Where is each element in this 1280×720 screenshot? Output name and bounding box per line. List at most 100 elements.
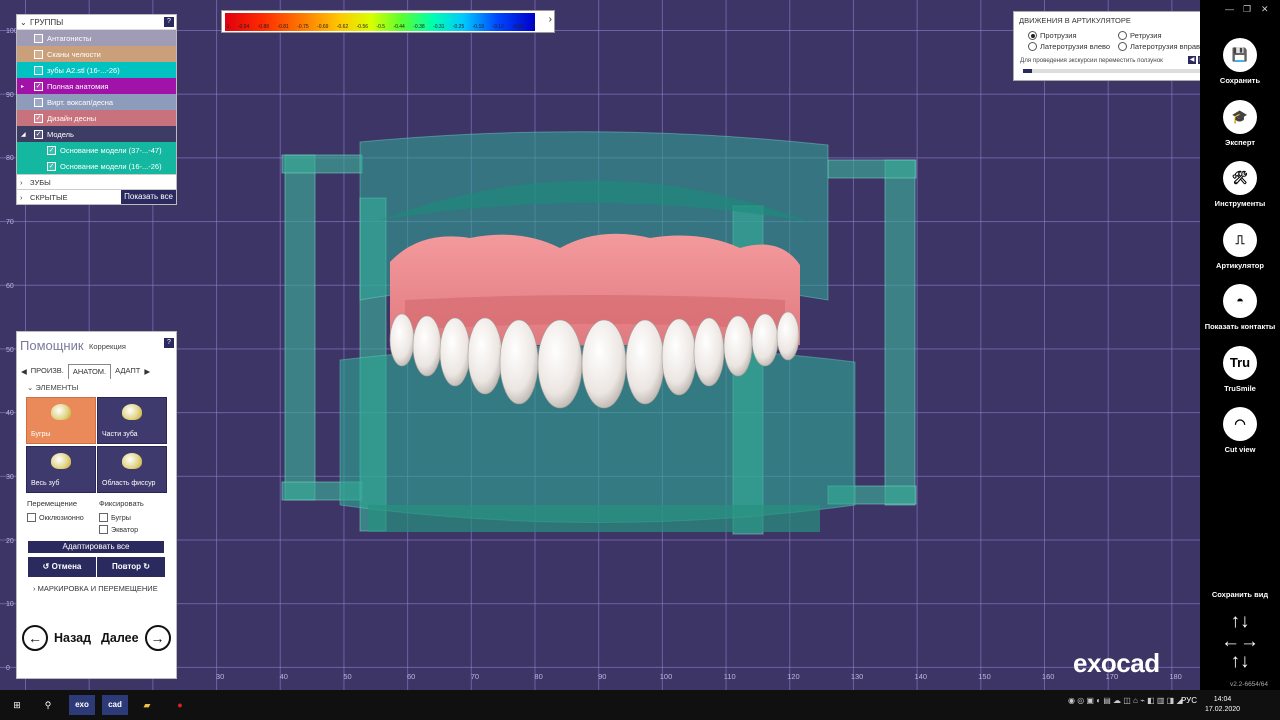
scale-tick: -0.38 xyxy=(413,24,425,30)
help-button[interactable]: ? xyxy=(164,338,174,348)
language-indicator[interactable]: РУС xyxy=(1181,696,1197,705)
radio-lateral-right[interactable]: Латеротрузия вправо xyxy=(1118,42,1204,51)
ruler-tick: 140 xyxy=(914,672,928,681)
scale-tick: -0.88 xyxy=(257,24,270,30)
scale-tick: -0.5 xyxy=(376,24,386,30)
scale-tick: -0.12 xyxy=(492,24,504,30)
ruler-tick: 150 xyxy=(978,672,991,681)
checkbox-icon[interactable] xyxy=(34,97,43,107)
sidebar-item-label: Эксперт xyxy=(1224,137,1256,147)
clock[interactable]: 14:04 17.02.2020 xyxy=(1205,695,1240,715)
taskbar-app-cad[interactable]: cad xyxy=(102,695,128,715)
sidebar-item-label: Инструменты xyxy=(1214,199,1266,208)
3d-viewport[interactable]: 0 10 20 30 40 50 60 70 80 90 100 110 120 130 140 150 160… xyxy=(0,0,1200,690)
checked-checkbox-icon[interactable]: ✓ xyxy=(47,161,56,171)
checkbox-icon[interactable] xyxy=(34,49,43,59)
group-row[interactable]: Сканы челюсти xyxy=(17,46,176,62)
scale-tick: -0.31 xyxy=(433,24,445,30)
view-direction-arrows-icon[interactable]: ↑↓ ←→ ↑↓ xyxy=(1219,612,1261,674)
radio-lateral-left[interactable]: Латеротрузия влево xyxy=(1028,42,1110,51)
sidebar-item[interactable]: 🛠 Инструменты xyxy=(1200,161,1280,208)
tab-adapt[interactable]: АДАПТ xyxy=(111,364,144,378)
marking-section-header[interactable]: › МАРКИРОВКА И ПЕРЕМЕЩЕНИЕ xyxy=(33,584,158,593)
redo-button[interactable]: Повтор ↻ xyxy=(97,557,165,577)
tab-production[interactable]: ПРОИЗВ. xyxy=(27,364,68,378)
sidebar-item[interactable]: 💾 Сохранить xyxy=(1200,38,1280,85)
arrow-right-icon: → xyxy=(144,625,171,651)
group-row-label: Основание модели (37-...-47) xyxy=(60,145,162,155)
undo-button[interactable]: ↺ Отмена xyxy=(28,557,96,577)
back-button[interactable]: ← Назад xyxy=(22,625,91,651)
occlusal-checkbox[interactable]: Окклюзионно xyxy=(27,513,84,522)
slider-fill xyxy=(1023,69,1032,73)
distance-color-scale: -1 -0.94 -0.88 -0.81 -0.75 -0.69 -0.62 -0.56 -0.… xyxy=(221,10,555,33)
tile-cusps[interactable]: Бугры xyxy=(26,397,96,444)
tray-icons[interactable]: ◉ ◎ ▣ ◐ ▤ ☁ ◫ ⌂ ⌁ ◧ ▥ ◨ ◢ xyxy=(1068,696,1183,705)
scale-tick: -0.62 xyxy=(336,24,349,30)
exocad-logo: exocad xyxy=(1073,648,1160,678)
close-icon[interactable]: ✕ xyxy=(1261,4,1269,15)
excursion-slider[interactable] xyxy=(1023,69,1201,73)
sidebar-item[interactable]: ◠ Cut view xyxy=(1200,407,1280,454)
checked-checkbox-icon[interactable]: ✓ xyxy=(34,81,43,91)
checked-checkbox-icon[interactable]: ✓ xyxy=(34,129,43,139)
windows-start-icon[interactable]: ⊞ xyxy=(6,690,28,720)
sidebar-item[interactable]: ◓ Показать контакты xyxy=(1200,284,1280,331)
hidden-group-row[interactable]: › СКРЫТЫЕ Показать все xyxy=(17,189,176,204)
tools-icon: 🛠 xyxy=(1223,161,1257,195)
tile-fissure-area[interactable]: Область фиссур xyxy=(97,446,167,493)
articulator-icon: ⎍ xyxy=(1223,222,1257,257)
group-row[interactable]: Антагонисты xyxy=(17,30,176,46)
groups-header[interactable]: ⌄ ГРУППЫ ? xyxy=(17,15,176,30)
show-all-button[interactable]: Показать все xyxy=(121,190,176,204)
tile-tooth-parts[interactable]: Части зуба xyxy=(97,397,167,444)
equator-checkbox[interactable]: Экватор xyxy=(99,525,138,534)
dental-model-scene[interactable] xyxy=(0,0,1200,690)
minimize-icon[interactable]: — xyxy=(1225,4,1234,14)
group-row[interactable]: ◢ ✓ Модель xyxy=(17,126,176,142)
search-icon[interactable]: ⚲ xyxy=(38,690,58,720)
sidebar-item[interactable]: Tru TruSmile xyxy=(1200,345,1280,393)
group-row[interactable]: ✓ Основание модели (16-...-26) xyxy=(17,158,176,174)
expand-scale-arrow-icon[interactable]: › xyxy=(549,14,552,25)
group-row-label: Полная анатомия xyxy=(47,81,109,91)
chevron-right-icon: › xyxy=(20,192,23,202)
checked-checkbox-icon[interactable]: ✓ xyxy=(47,145,56,155)
restore-icon[interactable]: ❐ xyxy=(1243,4,1251,15)
tile-whole-tooth[interactable]: Весь зуб xyxy=(26,446,96,493)
checkbox-icon[interactable] xyxy=(34,33,43,43)
sidebar-item[interactable]: 🎓 Эксперт xyxy=(1200,99,1280,147)
teeth-group-row[interactable]: › ЗУБЫ xyxy=(17,174,176,189)
ruler-tick: 80 xyxy=(534,672,543,681)
scale-tick: -0.06 xyxy=(512,24,524,30)
slider-prev-button[interactable]: ◀ xyxy=(1188,56,1196,64)
tab-scroll-right-icon[interactable]: ▶ xyxy=(144,367,150,376)
elements-section-header[interactable]: ⌄ ЭЛЕМЕНТЫ xyxy=(27,383,78,392)
helper-title: Помощник xyxy=(20,338,84,353)
radio-retrusion[interactable]: Ретрузия xyxy=(1118,31,1162,40)
group-row[interactable]: ▸ ✓ Полная анатомия xyxy=(17,78,176,94)
ruler-tick: 60 xyxy=(407,672,416,681)
record-icon[interactable]: ● xyxy=(170,690,190,720)
group-row[interactable]: ✓ Основание модели (37-...-47) xyxy=(17,142,176,158)
expand-icon[interactable]: ▸ xyxy=(21,83,24,90)
cusps-fix-checkbox[interactable]: Бугры xyxy=(99,513,131,522)
ruler-tick: 40 xyxy=(6,410,14,418)
group-row[interactable]: ✓ Дизайн десны xyxy=(17,110,176,126)
group-row-label: зубы A2.stl (16-...-26) xyxy=(47,65,120,75)
taskbar-app-exo[interactable]: exo xyxy=(69,695,95,715)
ruler-tick: 30 xyxy=(6,473,14,481)
group-row[interactable]: Вирт. воксап/десна xyxy=(17,94,176,110)
collapse-icon[interactable]: ◢ xyxy=(21,131,26,138)
next-button[interactable]: Далее → xyxy=(101,625,171,651)
radio-protrusion[interactable]: Протрузия xyxy=(1028,31,1077,40)
group-row[interactable]: зубы A2.stl (16-...-26) xyxy=(17,62,176,78)
folder-icon[interactable]: ▰ xyxy=(137,690,157,720)
adapt-all-button[interactable]: Адаптировать все xyxy=(28,541,164,553)
checkbox-icon[interactable] xyxy=(34,65,43,75)
scale-tick: -0.69 xyxy=(317,24,329,30)
checked-checkbox-icon[interactable]: ✓ xyxy=(34,113,43,123)
tab-anatomy[interactable]: АНАТОМ. xyxy=(67,363,112,379)
help-button[interactable]: ? xyxy=(164,17,174,27)
sidebar-item[interactable]: ⎍ Артикулятор xyxy=(1200,222,1280,270)
